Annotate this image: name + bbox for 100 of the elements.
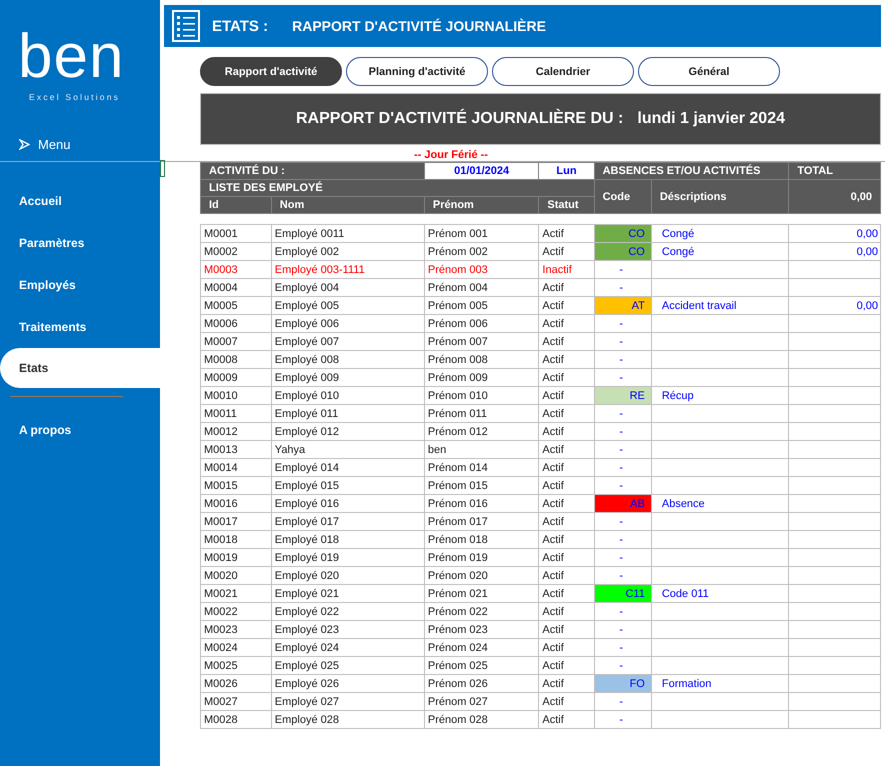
table-cell: Employé 015 [271,476,424,494]
table-cell: Actif [538,692,594,710]
table-cell: Formation [651,674,789,692]
table-cell: Actif [538,638,594,656]
code-cell: - [594,638,652,656]
column-header: Statut [538,196,594,214]
nav-item[interactable]: Accueil [0,180,160,222]
table-cell: Congé [651,224,789,242]
tab[interactable]: Planning d'activité [346,57,488,86]
code-cell: FO [594,674,652,692]
table-cell: M0017 [200,512,272,530]
table-cell: Prénom 020 [424,566,539,584]
table-cell: M0021 [200,584,272,602]
holiday-note: -- Jour Férié -- [414,148,489,162]
code-cell: - [594,602,652,620]
code-cell: C11 [594,584,652,602]
table-cell: Prénom 025 [424,656,539,674]
table-cell: Actif [538,368,594,386]
table-cell: Actif [538,494,594,512]
table-cell: Actif [538,296,594,314]
table-cell: Prénom 005 [424,296,539,314]
table-cell: Prénom 003 [424,260,539,278]
table-cell: M0028 [200,710,272,728]
table-cell: Prénom 007 [424,332,539,350]
table-cell: Employé 027 [271,692,424,710]
tab[interactable]: Calendrier [492,57,634,86]
table-cell: M0009 [200,368,272,386]
table-cell: Prénom 010 [424,386,539,404]
nav-item[interactable]: A propos [0,409,160,451]
tab[interactable]: Général [638,57,780,86]
table-cell: Actif [538,674,594,692]
table-cell: M0011 [200,404,272,422]
page-title: RAPPORT D'ACTIVITÉ JOURNALIÈRE [292,18,546,34]
date-cell: 01/01/2024 [424,162,539,180]
table-cell: Employé 028 [271,710,424,728]
code-cell: - [594,710,652,728]
table-cell: Actif [538,602,594,620]
table-cell: Prénom 019 [424,548,539,566]
table-cell: Actif [538,566,594,584]
logo-tagline: Excel Solutions [29,92,122,102]
table-cell: M0022 [200,602,272,620]
table-cell: Employé 017 [271,512,424,530]
day-cell: Lun [538,162,594,180]
table-cell: Employé 010 [271,386,424,404]
code-cell: - [594,404,652,422]
table-cell: ben [424,440,539,458]
absences-header: ABSENCES ET/OU ACTIVITÉS [594,162,789,180]
banner-date: lundi 1 janvier 2024 [637,110,785,128]
table-cell: Prénom 014 [424,458,539,476]
table-cell: Actif [538,278,594,296]
table-cell: Actif [538,242,594,260]
table-cell: Code 011 [651,584,789,602]
table-cell: Prénom 016 [424,494,539,512]
code-cell: - [594,548,652,566]
nav-item[interactable]: Employés [0,264,160,306]
table-cell: M0008 [200,350,272,368]
table-cell: Actif [538,548,594,566]
menu-label[interactable]: Menu [38,136,71,152]
code-cell: - [594,440,652,458]
table-cell: M0013 [200,440,272,458]
table-cell: 0,00 [788,296,880,314]
nav-item[interactable]: Paramètres [0,222,160,264]
table-cell: M0007 [200,332,272,350]
table-cell: M0002 [200,242,272,260]
table-cell: Employé 012 [271,422,424,440]
table-cell: M0015 [200,476,272,494]
table-cell: M0006 [200,314,272,332]
code-cell: RE [594,386,652,404]
code-cell: - [594,692,652,710]
table-cell: Prénom 028 [424,710,539,728]
table-cell: Prénom 015 [424,476,539,494]
table-cell: Prénom 026 [424,674,539,692]
code-cell: - [594,260,652,278]
nav-item[interactable]: Traitements [0,306,160,348]
table-cell: M0027 [200,692,272,710]
banner-label: RAPPORT D'ACTIVITÉ JOURNALIÈRE DU : [296,110,624,128]
table-cell: Employé 009 [271,368,424,386]
table-cell: Actif [538,656,594,674]
table-cell: Employé 022 [271,602,424,620]
table-cell: Employé 006 [271,314,424,332]
table-cell: Employé 002 [271,242,424,260]
table-cell: Actif [538,350,594,368]
table-cell: M0026 [200,674,272,692]
nav-item[interactable]: Etats [0,348,160,388]
table-cell: M0003 [200,260,272,278]
table-cell: Prénom 021 [424,584,539,602]
table-cell: Actif [538,440,594,458]
code-cell: CO [594,242,652,260]
table-cell: Employé 005 [271,296,424,314]
table-cell: Récup [651,386,789,404]
table-cell: Actif [538,404,594,422]
tab[interactable]: Rapport d'activité [200,57,342,86]
code-cell: AT [594,296,652,314]
table-cell: Actif [538,386,594,404]
column-header: Nom [271,196,424,214]
table-cell: Prénom 012 [424,422,539,440]
table-cell: Prénom 027 [424,692,539,710]
table-cell: Employé 025 [271,656,424,674]
total-value: 0,00 [788,180,880,214]
table-cell: Employé 004 [271,278,424,296]
